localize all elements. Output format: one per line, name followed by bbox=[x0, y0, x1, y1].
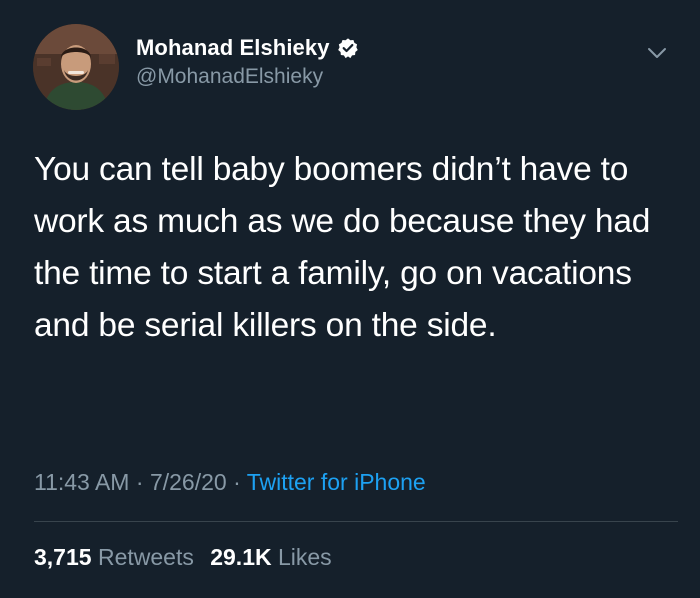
tweet-source-link[interactable]: Twitter for iPhone bbox=[247, 469, 426, 495]
retweets-label: Retweets bbox=[97, 544, 194, 570]
likes-count: 29.1K bbox=[210, 544, 272, 570]
avatar[interactable] bbox=[33, 24, 119, 110]
retweets-count: 3,715 bbox=[34, 544, 92, 570]
likes-stat[interactable]: 29.1K Likes bbox=[210, 544, 331, 570]
chevron-down-icon[interactable] bbox=[644, 40, 670, 66]
divider bbox=[34, 521, 678, 522]
meta-separator: · bbox=[135, 469, 144, 495]
author-handle[interactable]: @MohanadElshieky bbox=[136, 65, 359, 89]
meta-separator: · bbox=[233, 469, 241, 495]
author-name[interactable]: Mohanad Elshieky bbox=[136, 35, 330, 61]
tweet-text: You can tell baby boomers didn’t have to… bbox=[34, 151, 651, 344]
tweet-meta: 11:43 AM · 7/26/20 · Twitter for iPhone bbox=[34, 469, 426, 496]
author-name-row: Mohanad Elshieky bbox=[136, 34, 359, 62]
avatar-image bbox=[33, 24, 119, 110]
retweets-stat[interactable]: 3,715 Retweets bbox=[34, 544, 194, 570]
author-block: Mohanad Elshieky @MohanadElshieky bbox=[136, 34, 359, 89]
tweet-date[interactable]: 7/26/20 bbox=[150, 469, 227, 495]
tweet-time[interactable]: 11:43 AM bbox=[34, 469, 129, 495]
tweet-card: Mohanad Elshieky @MohanadElshieky You ca… bbox=[0, 0, 700, 598]
tweet-stats: 3,715 Retweets 29.1K Likes bbox=[34, 544, 332, 571]
likes-label: Likes bbox=[277, 544, 332, 570]
verified-badge-icon bbox=[337, 37, 359, 59]
